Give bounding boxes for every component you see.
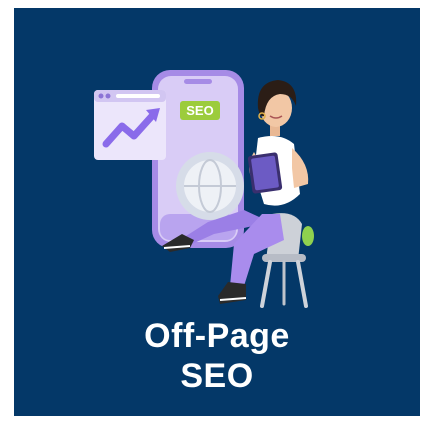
- seo-illustration: SEO: [94, 70, 314, 308]
- leaf-decoration: [302, 226, 314, 246]
- off-page-seo-card[interactable]: SEO Off-Page SEO: [14, 8, 420, 416]
- seo-badge: SEO: [180, 101, 220, 120]
- seo-badge-label: SEO: [186, 103, 213, 118]
- globe-icon: [176, 152, 244, 220]
- tablet-icon: [247, 152, 283, 194]
- card-title: Off-Page SEO: [14, 316, 420, 396]
- browser-window-icon: [94, 90, 166, 160]
- card-title-line-1: Off-Page: [144, 317, 290, 355]
- card-title-line-2: SEO: [180, 357, 254, 395]
